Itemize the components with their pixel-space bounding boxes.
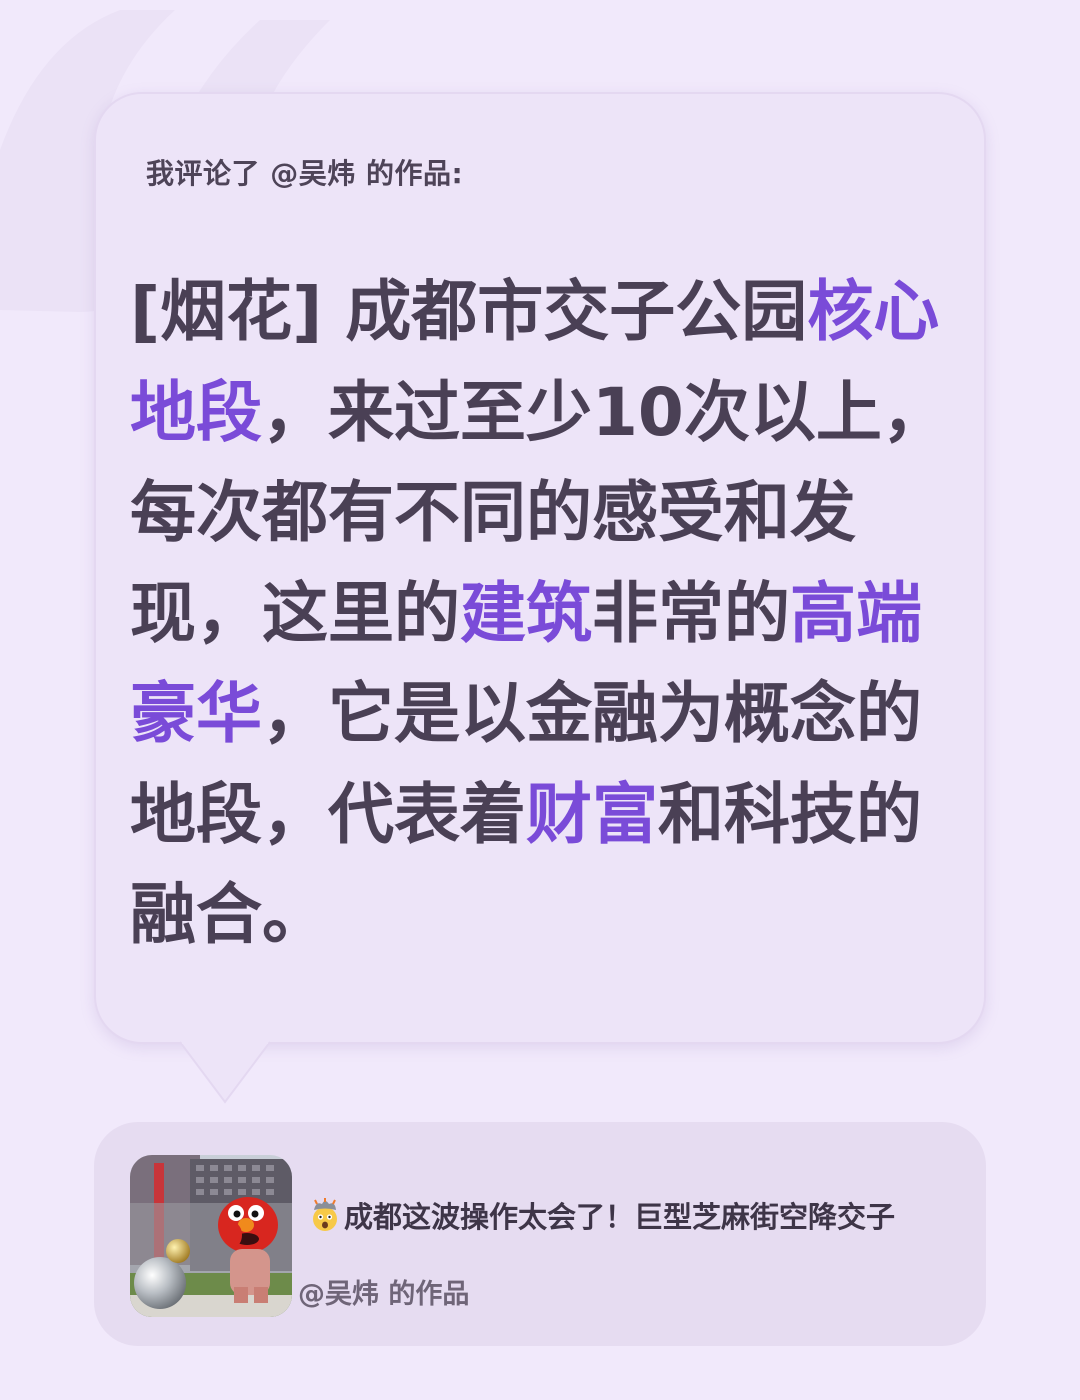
work-author[interactable]: @吴炜 的作品 [298,1272,469,1311]
comment-text-segment: [烟花] 成都市交子公园 [130,273,808,350]
work-title-text: 成都这波操作太会了！巨型芝麻街空降交子 [344,1200,896,1234]
work-title[interactable]: 成都这波操作太会了！巨型芝麻街空降交子 [308,1194,895,1236]
elmo-sculpture-photo-icon [130,1155,292,1317]
comment-text-segment: 非常的 [592,574,790,652]
work-thumbnail[interactable] [130,1155,292,1317]
highlighted-phrase: 财富 [526,775,658,853]
highlighted-phrase: 建筑 [460,574,592,652]
comment-header: 我评论了 @吴炜 的作品: [146,157,464,190]
bubble-tail [180,1040,270,1104]
exploding-head-icon [313,1198,337,1231]
comment-text: [烟花] 成都市交子公园核心地段，来过至少10次以上，每次都有不同的感受和发现，… [130,262,952,966]
